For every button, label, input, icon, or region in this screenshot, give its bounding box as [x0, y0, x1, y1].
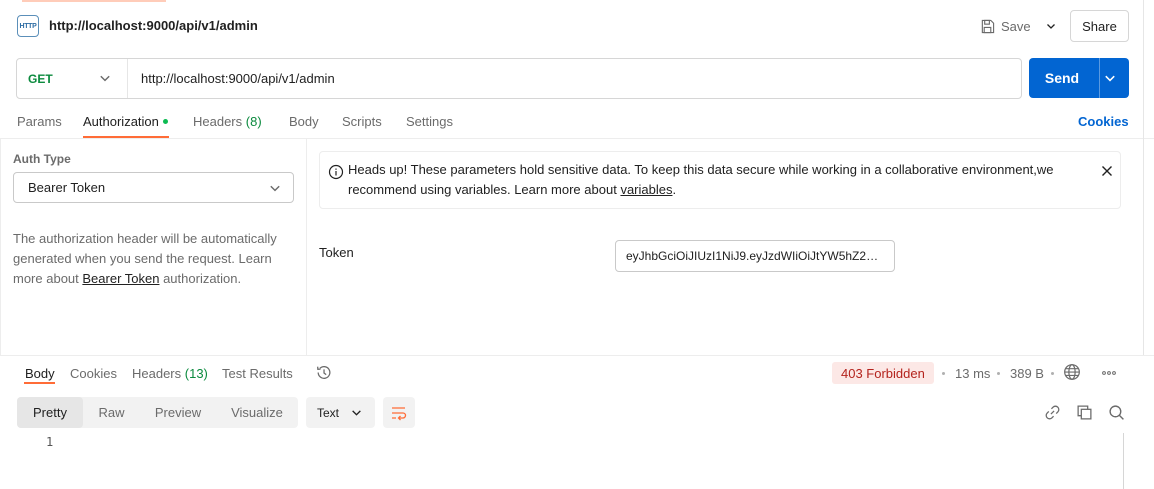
separator-dot	[1051, 372, 1054, 375]
response-headers-count: (13)	[184, 366, 208, 381]
request-header: HTTP http://localhost:9000/api/v1/admin …	[0, 0, 1154, 52]
format-preview[interactable]: Preview	[140, 397, 216, 428]
wrap-icon	[392, 406, 407, 420]
chevron-down-icon	[352, 410, 361, 416]
response-time[interactable]: 13 ms	[955, 366, 990, 381]
tab-body[interactable]: Body	[289, 114, 319, 129]
save-label: Save	[1001, 18, 1031, 34]
sensitive-data-alert: Heads up! These parameters hold sensitiv…	[319, 151, 1121, 209]
more-icon[interactable]	[1100, 364, 1118, 382]
auth-help-text: The authorization header will be automat…	[13, 229, 293, 289]
status-badge[interactable]: 403 Forbidden	[832, 362, 934, 384]
active-tab-underline	[83, 136, 169, 138]
active-tab-indicator	[22, 0, 166, 2]
search-icon[interactable]	[1108, 404, 1125, 421]
divider	[1099, 58, 1100, 98]
link-icon[interactable]	[1044, 404, 1061, 421]
request-title[interactable]: http://localhost:9000/api/v1/admin	[49, 18, 258, 33]
http-icon: HTTP	[17, 15, 39, 37]
headers-count: (8)	[245, 114, 262, 129]
format-pretty[interactable]: Pretty	[17, 397, 83, 428]
history-icon[interactable]	[315, 364, 332, 381]
copy-icon[interactable]	[1076, 404, 1093, 421]
divider	[1143, 0, 1144, 52]
format-raw[interactable]: Raw	[83, 397, 140, 428]
close-icon[interactable]	[1100, 164, 1114, 178]
modified-indicator	[162, 119, 168, 125]
send-button[interactable]: Send	[1029, 58, 1129, 98]
response-tabs: Body Cookies Headers (13) Test Results 4…	[0, 356, 1154, 390]
scrollbar[interactable]	[1123, 433, 1124, 489]
response-tab-cookies[interactable]: Cookies	[70, 366, 117, 381]
alert-suffix: .	[672, 182, 677, 197]
chevron-down-icon	[1047, 24, 1055, 29]
share-button[interactable]: Share	[1070, 10, 1129, 42]
method-label: GET	[28, 71, 53, 86]
divider	[1143, 52, 1144, 355]
language-select[interactable]: Text	[306, 397, 375, 428]
url-input[interactable]: http://localhost:9000/api/v1/admin	[141, 71, 335, 86]
wrap-lines-button[interactable]	[383, 397, 415, 428]
tab-params[interactable]: Params	[17, 114, 62, 129]
auth-type-select[interactable]: Bearer Token	[13, 172, 294, 203]
separator-dot	[942, 372, 945, 375]
format-visualize[interactable]: Visualize	[216, 397, 298, 428]
separator-dot	[997, 372, 1000, 375]
auth-help-suffix: authorization.	[159, 271, 242, 286]
language-value: Text	[317, 405, 340, 420]
tab-headers[interactable]: Headers (8)	[193, 114, 262, 129]
tab-headers-label: Headers	[193, 114, 243, 129]
token-input[interactable]: eyJhbGciOiJIUzI1NiJ9.eyJzdWIiOiJtYW5hZ2V…	[615, 240, 895, 272]
tab-settings[interactable]: Settings	[406, 114, 453, 129]
tab-scripts[interactable]: Scripts	[342, 114, 382, 129]
alert-message: Heads up! These parameters hold sensitiv…	[348, 160, 1068, 200]
line-number: 1	[46, 435, 54, 449]
token-label: Token	[319, 245, 354, 260]
chevron-down-icon	[100, 75, 110, 82]
send-options-icon[interactable]	[1104, 72, 1116, 84]
method-select[interactable]: GET	[17, 59, 128, 98]
response-headers-label: Headers	[132, 366, 182, 381]
save-options-button[interactable]	[1040, 10, 1062, 42]
auth-type-value: Bearer Token	[28, 180, 106, 195]
active-tab-underline	[24, 382, 55, 384]
response-size[interactable]: 389 B	[1010, 366, 1044, 381]
auth-type-panel: Auth Type Bearer Token The authorization…	[0, 139, 307, 355]
url-bar: GET http://localhost:9000/api/v1/admin	[16, 58, 1022, 99]
variables-link[interactable]: variables	[620, 182, 672, 197]
tab-authorization[interactable]: Authorization	[83, 114, 168, 129]
send-label: Send	[1044, 70, 1080, 86]
auth-type-label: Auth Type	[13, 152, 71, 166]
cookies-link[interactable]: Cookies	[1078, 114, 1129, 129]
request-tabs: Params Authorization Headers (8) Body Sc…	[0, 108, 1154, 139]
response-tab-headers[interactable]: Headers (13)	[132, 366, 208, 381]
globe-icon[interactable]	[1063, 363, 1081, 381]
tab-authorization-label: Authorization	[83, 114, 159, 129]
response-tab-test-results[interactable]: Test Results	[222, 366, 293, 381]
alert-prefix: Heads up! These parameters hold sensitiv…	[348, 162, 1054, 197]
save-button[interactable]: Save	[980, 10, 1032, 42]
save-icon	[981, 19, 995, 33]
chevron-down-icon	[270, 185, 280, 192]
bearer-token-link[interactable]: Bearer Token	[82, 271, 159, 286]
format-toggle: Pretty Raw Preview Visualize	[17, 397, 298, 428]
info-icon	[328, 164, 344, 180]
response-tab-body[interactable]: Body	[25, 366, 55, 381]
